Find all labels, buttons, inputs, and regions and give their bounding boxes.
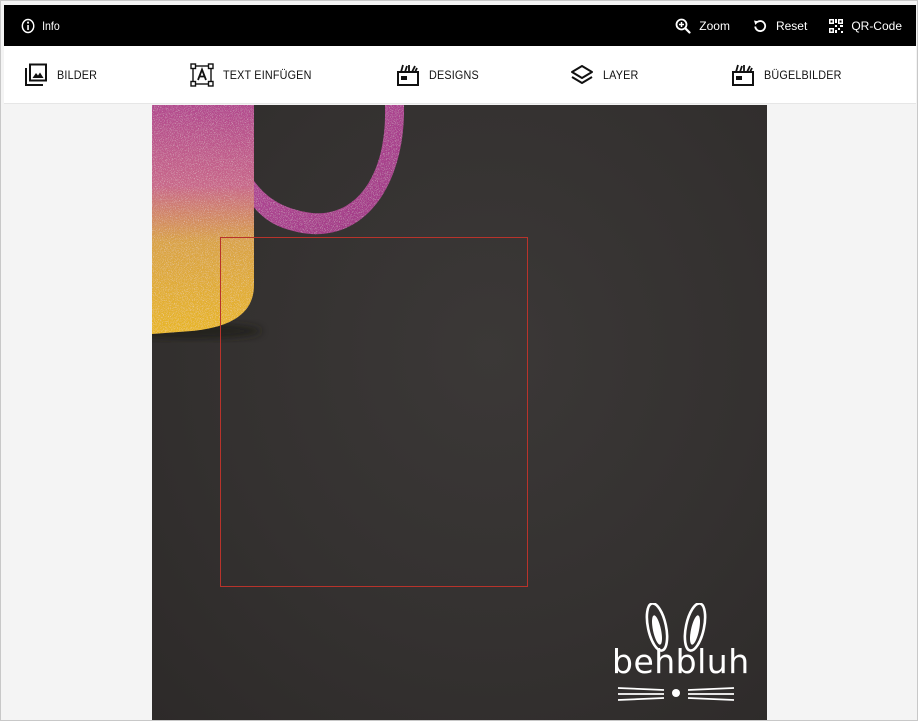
designs-box-icon	[732, 64, 754, 86]
reset-label: Reset	[775, 18, 808, 33]
tool-bilder[interactable]: BILDER	[24, 46, 102, 104]
tool-layer[interactable]: LAYER	[570, 46, 642, 104]
tool-bar: BILDER TEXT EINFÜGEN DESIGNS LAYER BÜGEL…	[4, 46, 916, 104]
zoom-label: Zoom	[699, 18, 730, 33]
qr-code-label: QR-Code	[851, 18, 902, 33]
reset-icon	[753, 19, 766, 32]
reset-button[interactable]: Reset	[752, 18, 807, 34]
tool-label: TEXT EINFÜGEN	[223, 68, 312, 82]
layers-icon	[571, 65, 593, 84]
qr-code-icon	[829, 18, 844, 33]
tool-text-einfuegen[interactable]: TEXT EINFÜGEN	[190, 46, 321, 104]
tool-designs[interactable]: DESIGNS	[396, 46, 484, 104]
info-icon	[21, 18, 35, 33]
qr-code-button[interactable]: QR-Code	[829, 18, 902, 33]
tool-label: BÜGELBILDER	[764, 68, 842, 82]
app-frame: Info Zoom Reset QR-Code BILDER TEXT EINF…	[0, 0, 918, 721]
logo-text: behbluh	[612, 642, 750, 681]
top-bar: Info Zoom Reset QR-Code	[4, 5, 916, 46]
design-canvas-area: behbluh	[4, 105, 916, 720]
tool-label: DESIGNS	[429, 68, 479, 82]
product-preview[interactable]: behbluh	[152, 105, 767, 720]
print-area-frame[interactable]	[220, 237, 528, 587]
zoom-button[interactable]: Zoom	[675, 18, 730, 34]
tool-label: BILDER	[57, 68, 98, 82]
text-box-icon	[190, 63, 214, 87]
info-button[interactable]: Info	[21, 18, 60, 34]
info-label: Info	[42, 18, 60, 33]
zoom-in-icon	[675, 18, 691, 34]
tool-label: LAYER	[603, 68, 639, 82]
tool-buegelbilder[interactable]: BÜGELBILDER	[731, 46, 850, 104]
designs-box-icon	[397, 64, 419, 86]
images-icon	[25, 63, 47, 86]
